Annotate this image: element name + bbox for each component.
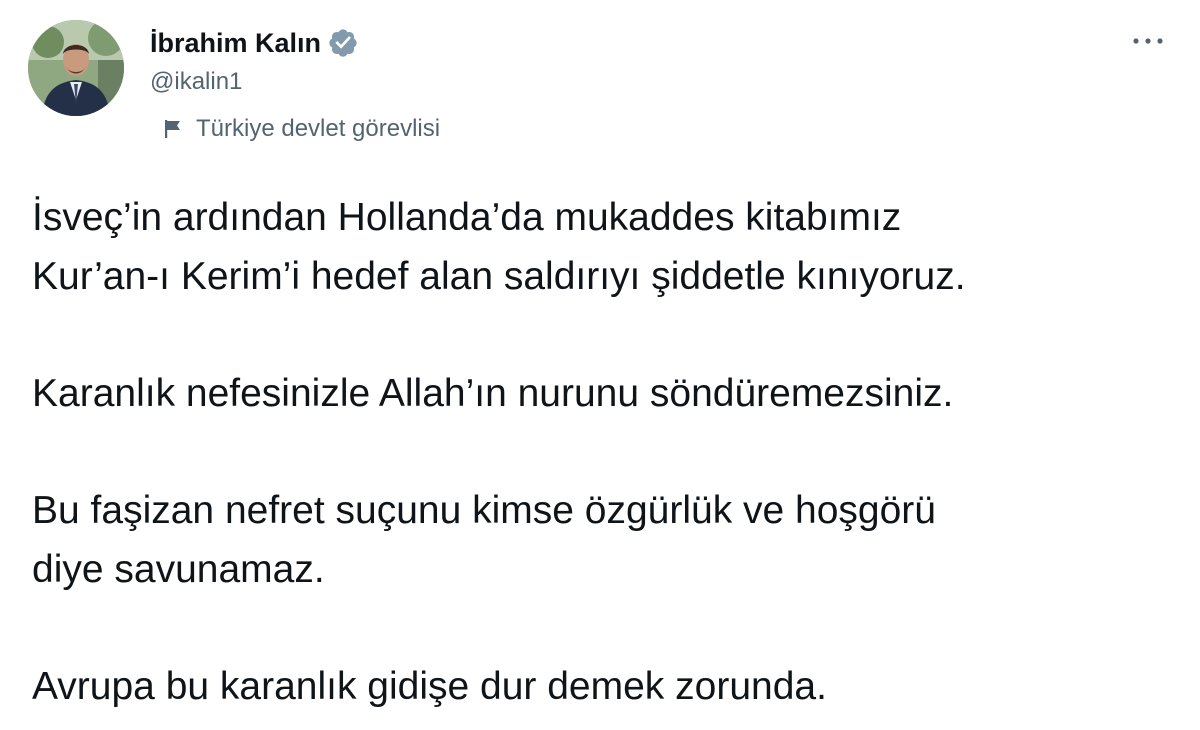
author-name-row: İbrahim Kalın — [150, 26, 359, 60]
affiliation-label: Türkiye devlet görevlisi — [162, 112, 440, 146]
tweet-paragraph: Karanlık nefesinizle Allah’ın nurunu sön… — [32, 372, 954, 415]
more-options-icon — [1133, 38, 1163, 44]
tweet-card: İbrahim Kalın @ikalin1 Türkiye devlet gö… — [0, 0, 1200, 730]
affiliation-label-text: Türkiye devlet görevlisi — [196, 115, 441, 142]
author-display-name[interactable]: İbrahim Kalın — [150, 26, 321, 60]
avatar-image — [28, 20, 124, 116]
tweet-paragraph: Avrupa bu karanlık gidişe dur demek zoru… — [32, 665, 827, 708]
flag-icon — [162, 118, 184, 140]
more-options-button[interactable] — [1128, 26, 1168, 56]
author-handle[interactable]: @ikalin1 — [150, 66, 242, 98]
tweet-paragraph: Bu faşizan nefret suçunu kimse özgürlük … — [32, 489, 936, 591]
verified-badge-icon — [327, 27, 359, 59]
tweet-text: İsveç’in ardından Hollanda’da mukaddes k… — [32, 188, 1172, 716]
avatar[interactable] — [28, 20, 124, 116]
tweet-paragraph: İsveç’in ardından Hollanda’da mukaddes k… — [32, 196, 966, 298]
